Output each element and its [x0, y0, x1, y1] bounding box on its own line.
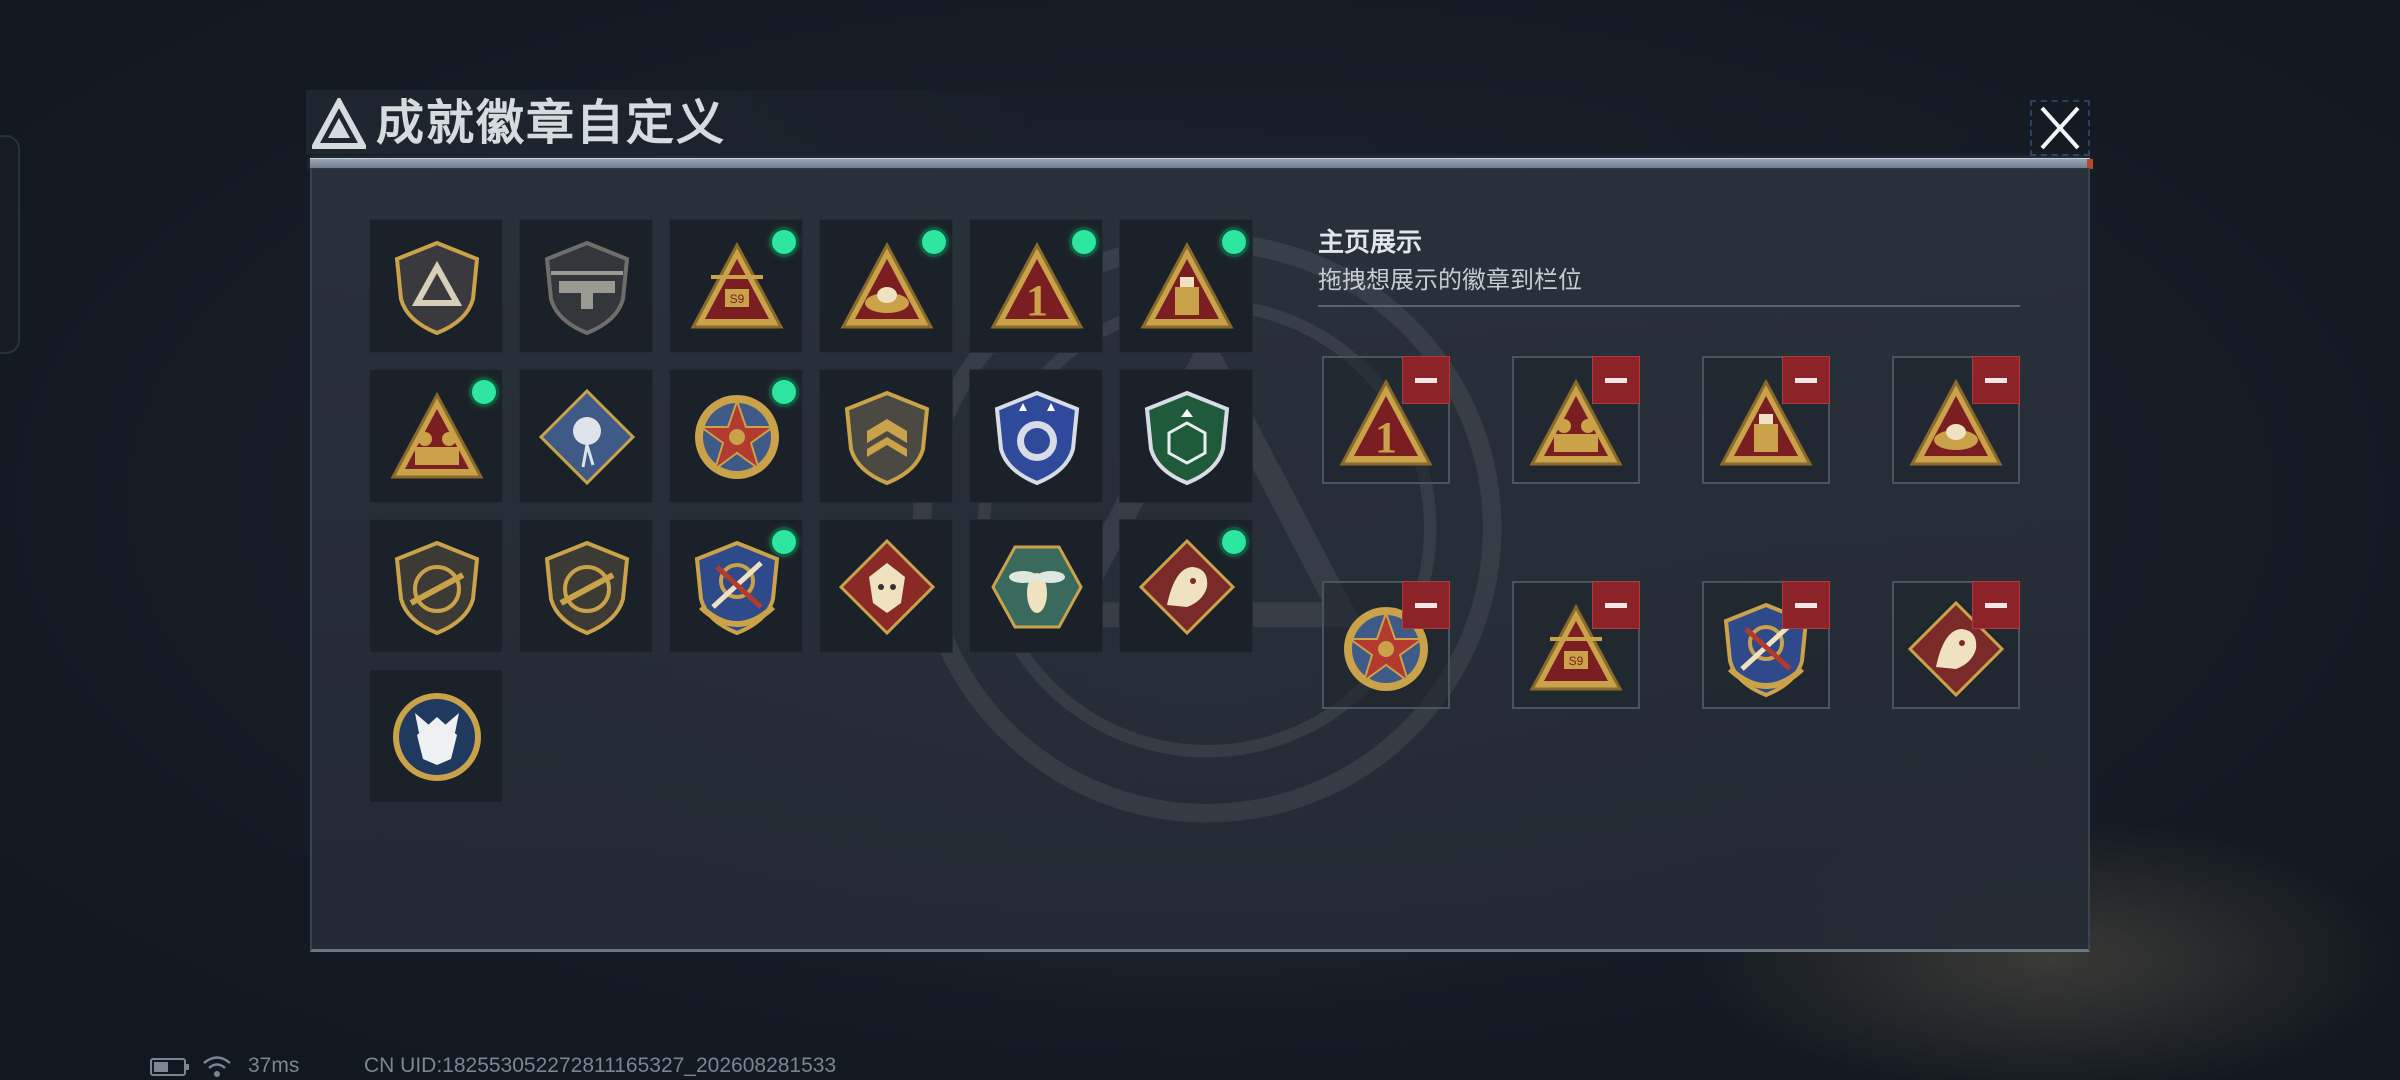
remove-badge-button[interactable]	[1972, 356, 2020, 404]
showcase-slot[interactable]	[1512, 356, 1640, 484]
shield-rifle-badge-icon	[394, 540, 480, 636]
showcase-slot[interactable]	[1322, 581, 1450, 709]
badge-cell[interactable]	[819, 519, 953, 653]
badge-cell[interactable]: 1	[969, 219, 1103, 353]
diamond-rose-badge-icon	[538, 388, 636, 486]
page-title: 成就徽章自定义	[376, 97, 727, 150]
blue-shield-swords-badge-icon	[694, 540, 780, 636]
round-lynx-badge-icon	[393, 693, 481, 781]
shield-chevron-badge-icon	[844, 390, 930, 486]
remove-badge-button[interactable]	[1972, 581, 2020, 629]
svg-text:1: 1	[1026, 276, 1048, 325]
badge-cell[interactable]	[369, 669, 503, 803]
badge-cell[interactable]	[519, 519, 653, 653]
close-icon	[2040, 106, 2080, 150]
badge-cell[interactable]	[669, 369, 803, 503]
remove-badge-button[interactable]	[1402, 581, 1450, 629]
green-shield-dice-badge-icon	[1144, 390, 1230, 486]
battery-icon	[150, 1058, 189, 1076]
showcase-slot[interactable]	[1702, 581, 1830, 709]
showcase-slot[interactable]	[1892, 581, 2020, 709]
svg-text:S9: S9	[730, 292, 745, 306]
triangle-usb-drive-badge-icon	[1140, 241, 1234, 329]
showcase-slot[interactable]: S9	[1512, 581, 1640, 709]
user-uid: CN UID:18255305227281116532​7_2026082815…	[364, 1054, 837, 1077]
new-indicator-dot	[1222, 530, 1246, 554]
side-tab-handle[interactable]	[0, 135, 20, 354]
showcase-divider	[1318, 305, 2020, 307]
close-button[interactable]	[2030, 100, 2090, 156]
remove-badge-button[interactable]	[1592, 356, 1640, 404]
helicopter-shield-badge-icon	[544, 240, 630, 336]
remove-badge-button[interactable]	[1402, 356, 1450, 404]
badge-cell[interactable]	[819, 369, 953, 503]
badge-cell[interactable]	[369, 519, 503, 653]
showcase-slot[interactable]	[1892, 356, 2020, 484]
wifi-icon	[203, 1056, 231, 1077]
showcase-slot[interactable]: 1	[1322, 356, 1450, 484]
badge-cell[interactable]	[969, 519, 1103, 653]
new-indicator-dot	[922, 230, 946, 254]
triangle-egg-nest-badge-icon	[840, 241, 934, 329]
badge-cell[interactable]	[1119, 219, 1253, 353]
diamond-dragon-badge-icon	[1138, 538, 1236, 636]
showcase-title: 主页展示	[1318, 227, 1423, 257]
new-indicator-dot	[772, 380, 796, 404]
showcase-slot[interactable]	[1702, 356, 1830, 484]
badge-cell[interactable]	[969, 369, 1103, 503]
svg-text:1: 1	[1375, 413, 1397, 462]
shield-rifle-badge-2-icon	[544, 540, 630, 636]
svg-text:S9: S9	[1569, 654, 1584, 668]
star-medal-badge-icon	[695, 395, 779, 479]
new-indicator-dot	[772, 530, 796, 554]
dialog-header: 成就徽章自定义	[306, 90, 2092, 160]
new-indicator-dot	[772, 230, 796, 254]
hexagon-wasp-badge-icon	[991, 545, 1083, 629]
triangle-number-one-badge-icon: 1	[990, 241, 1084, 329]
new-indicator-dot	[472, 380, 496, 404]
remove-badge-button[interactable]	[1782, 356, 1830, 404]
badge-cell[interactable]	[1119, 519, 1253, 653]
badge-cell[interactable]	[519, 219, 653, 353]
new-indicator-dot	[1072, 230, 1096, 254]
diamond-wolf-badge-icon	[838, 538, 936, 636]
badge-cell[interactable]	[369, 369, 503, 503]
triangle-s9-helicopter-badge-icon: S9	[690, 241, 784, 329]
triangle-soldiers-badge-icon	[390, 391, 484, 479]
badge-cell[interactable]	[369, 219, 503, 353]
delta-logo-icon	[312, 98, 366, 149]
ping-readout: 37ms	[248, 1054, 300, 1077]
blue-shield-star-badge-icon	[994, 390, 1080, 486]
badge-cell[interactable]	[1119, 369, 1253, 503]
badge-cell[interactable]	[669, 519, 803, 653]
showcase-subtitle: 拖拽想展示的徽章到栏位	[1318, 267, 1582, 294]
new-indicator-dot	[1222, 230, 1246, 254]
shield-triangle-logo-badge-icon	[394, 240, 480, 336]
badge-cell[interactable]	[819, 219, 953, 353]
badge-cell[interactable]: S9	[669, 219, 803, 353]
remove-badge-button[interactable]	[1782, 581, 1830, 629]
remove-badge-button[interactable]	[1592, 581, 1640, 629]
badge-cell[interactable]	[519, 369, 653, 503]
